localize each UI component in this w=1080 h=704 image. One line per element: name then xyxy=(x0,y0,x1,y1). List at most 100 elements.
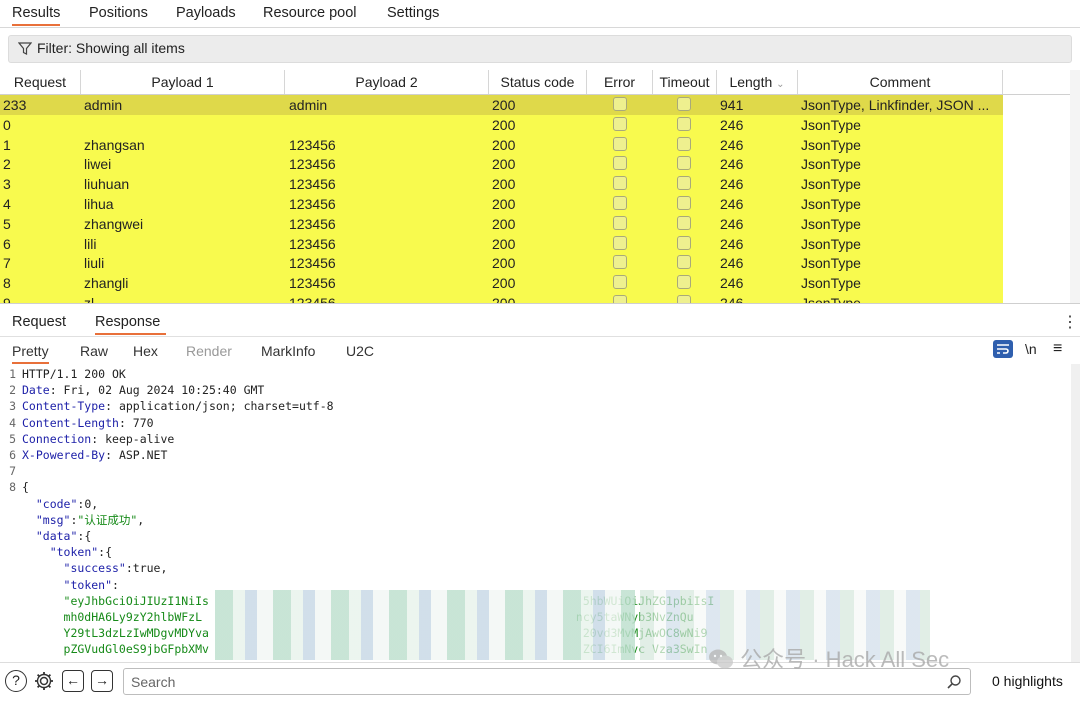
sort-chevron-icon: ⌄ xyxy=(776,79,785,90)
settings-gear-icon[interactable] xyxy=(33,670,55,692)
cell-p1: zhangsan xyxy=(84,136,145,153)
table-row[interactable]: 5 zhangwei 123456 200 246 JsonType xyxy=(0,213,1003,234)
tab-u2c[interactable]: U2C xyxy=(346,343,374,359)
line-content: "token": xyxy=(22,577,119,593)
newline-toggle[interactable]: \n xyxy=(1025,341,1037,357)
cell-status: 200 xyxy=(492,196,516,212)
table-row[interactable]: 0 200 246 JsonType xyxy=(0,114,1003,135)
col-payload-1[interactable]: Payload 1 xyxy=(81,70,285,94)
help-icon[interactable]: ? xyxy=(5,670,27,692)
col-length[interactable]: Length ⌄ xyxy=(717,70,798,94)
cell-comment: JsonType, Linkfinder, JSON ... xyxy=(801,97,990,113)
timeout-checkbox xyxy=(677,136,691,151)
tab-raw[interactable]: Raw xyxy=(80,343,108,359)
line-content: "code":0, xyxy=(22,496,98,512)
line-number: 5 xyxy=(9,431,16,446)
timeout-checkbox xyxy=(677,235,691,250)
cell-comment: JsonType xyxy=(801,295,861,304)
cell-status: 200 xyxy=(492,176,516,193)
cell-p2: 123456 xyxy=(289,275,336,292)
tab-response[interactable]: Response xyxy=(95,314,167,335)
table-row[interactable]: 8 zhangli 123456 200 246 JsonType xyxy=(0,273,1003,294)
code-token: "msg" xyxy=(35,512,71,527)
tab-resource-pool[interactable]: Resource pool xyxy=(263,5,357,21)
timeout-checkbox xyxy=(677,275,691,290)
cell-comment: JsonType xyxy=(801,235,861,252)
table-row[interactable]: 6 lili 123456 200 246 JsonType xyxy=(0,233,1003,254)
cell-status: 200 xyxy=(492,97,516,113)
code-token: , xyxy=(137,512,145,527)
cell-p2: 123456 xyxy=(289,215,336,232)
error-checkbox xyxy=(613,196,627,210)
table-row[interactable]: 4 lihua 123456 200 246 JsonType xyxy=(0,194,1003,214)
editor-scrollbar[interactable] xyxy=(1071,364,1080,662)
tab-render[interactable]: Render xyxy=(186,343,232,359)
col-error[interactable]: Error xyxy=(587,70,653,94)
tab-markinfo[interactable]: MarkInfo xyxy=(261,343,315,359)
tab-pretty[interactable]: Pretty xyxy=(12,343,49,364)
cell-comment: JsonType xyxy=(801,136,861,153)
cell-p2: 123456 xyxy=(289,255,336,272)
cell-length: 246 xyxy=(720,295,744,304)
cell-comment: JsonType xyxy=(801,196,861,212)
cell-length: 246 xyxy=(720,136,744,153)
col-length-label: Length xyxy=(729,74,773,90)
col-request[interactable]: Request xyxy=(0,70,81,94)
cell-length: 246 xyxy=(720,215,744,232)
cell-p2: 123456 xyxy=(289,176,336,193)
cell-p2: 123456 xyxy=(289,295,336,304)
table-row[interactable]: 2 liwei 123456 200 246 JsonType xyxy=(0,154,1003,175)
table-row[interactable]: 3 liuhuan 123456 200 246 JsonType xyxy=(0,174,1003,195)
table-row[interactable]: 9 zl 123456 200 246 JsonType xyxy=(0,293,1003,304)
menu-icon[interactable]: ≡ xyxy=(1053,340,1062,358)
cell-request: 3 xyxy=(3,176,11,193)
table-row[interactable]: 233 admin admin 200 941 JsonType, Linkfinder,… xyxy=(0,95,1003,115)
timeout-checkbox xyxy=(677,295,691,303)
tab-settings[interactable]: Settings xyxy=(387,5,439,21)
watermark-text: 公众号 · Hack All Sec xyxy=(740,647,950,672)
code-token: "eyJhbGciOiJIUzI1NiIs xyxy=(22,593,209,608)
col-timeout[interactable]: Timeout xyxy=(653,70,717,94)
cell-status: 200 xyxy=(492,136,516,153)
cell-p1: zl xyxy=(84,295,95,304)
cell-status: 200 xyxy=(492,275,516,292)
col-comment[interactable]: Comment xyxy=(798,70,1003,94)
code-token: "data" xyxy=(35,529,78,543)
cell-length: 246 xyxy=(720,156,744,173)
code-token: "token" xyxy=(49,545,99,560)
table-row[interactable]: 1 zhangsan 123456 200 246 JsonType xyxy=(0,134,1003,155)
tab-payloads[interactable]: Payloads xyxy=(176,5,236,21)
wrap-lines-icon[interactable] xyxy=(993,340,1013,358)
code-token: pZGVudGl0eS9jbGFpbXMv xyxy=(22,642,209,657)
table-row[interactable]: 7 liuli 123456 200 246 JsonType xyxy=(0,253,1003,274)
timeout-checkbox xyxy=(677,215,691,230)
back-arrow-icon[interactable]: ← xyxy=(62,670,84,692)
error-checkbox xyxy=(613,295,627,303)
col-status-code[interactable]: Status code xyxy=(489,70,587,94)
code-token: "success" xyxy=(63,561,126,576)
cell-comment: JsonType xyxy=(801,255,861,272)
timeout-checkbox xyxy=(677,116,691,131)
code-token: :{ xyxy=(77,529,92,543)
tab-request[interactable]: Request xyxy=(12,314,66,330)
cell-p1: lili xyxy=(84,235,97,252)
error-checkbox xyxy=(613,97,627,111)
tab-positions[interactable]: Positions xyxy=(89,5,148,21)
table-scrollbar[interactable] xyxy=(1070,70,1080,303)
cell-request: 7 xyxy=(3,255,11,272)
code-token: Y29tL3dzLzIwMDgvMDYva xyxy=(22,626,209,641)
tab-hex[interactable]: Hex xyxy=(133,343,158,359)
cell-status: 200 xyxy=(492,255,516,272)
line-content: Connection: keep-alive xyxy=(22,431,174,447)
cell-request: 4 xyxy=(3,196,11,212)
cell-request: 5 xyxy=(3,215,11,232)
table-header: Request Payload 1 Payload 2 Status code … xyxy=(0,70,1070,95)
more-options-icon[interactable]: ⋮ xyxy=(1062,312,1078,332)
error-checkbox xyxy=(613,176,627,191)
cell-length: 246 xyxy=(720,116,744,133)
filter-bar[interactable]: Filter: Showing all items xyxy=(8,35,1072,63)
code-token: : 770 xyxy=(118,415,154,430)
forward-arrow-icon[interactable]: → xyxy=(91,670,113,692)
tab-results[interactable]: Results xyxy=(12,5,61,26)
col-payload-2[interactable]: Payload 2 xyxy=(285,70,489,94)
